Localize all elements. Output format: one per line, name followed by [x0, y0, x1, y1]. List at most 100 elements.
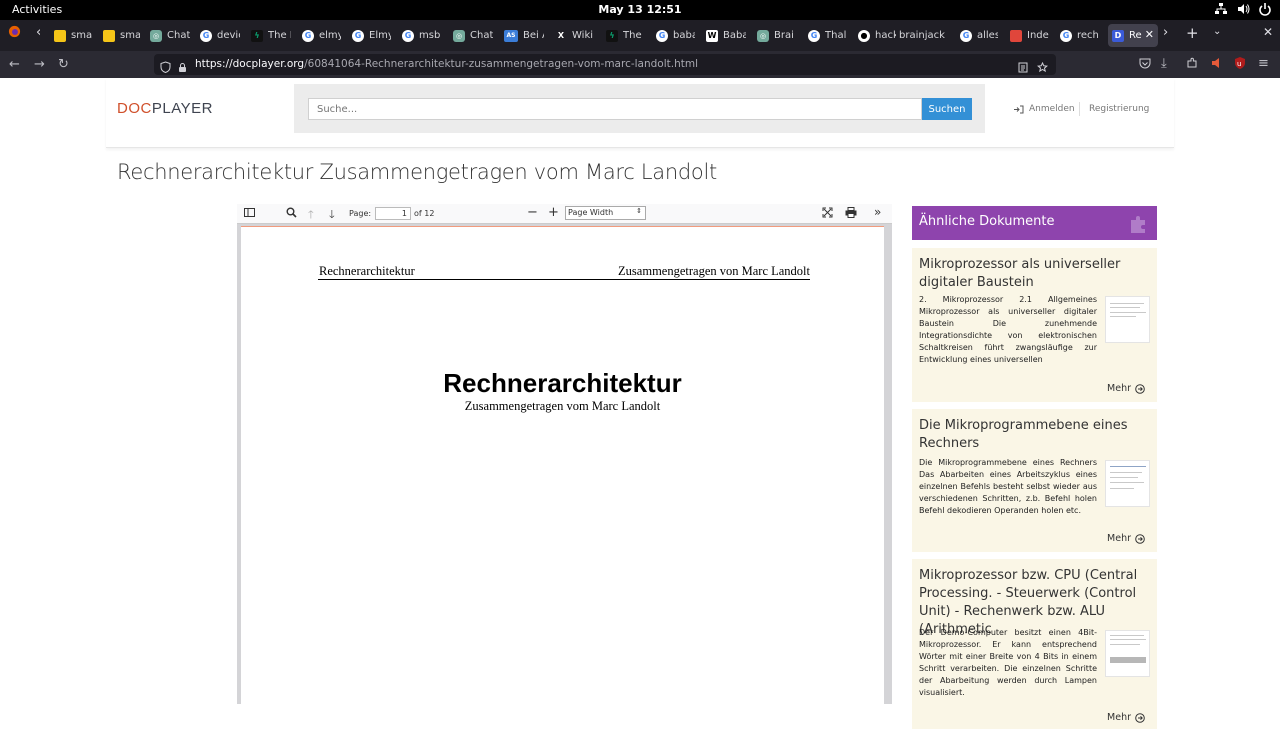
google-icon: G [302, 29, 314, 42]
presentation-mode-icon[interactable] [822, 207, 833, 221]
find-icon[interactable] [286, 207, 297, 221]
tab-scroll-left-icon[interactable]: ‹ [36, 25, 41, 40]
url-path: /60841064-Rechnerarchitektur-zusammenget… [304, 58, 699, 70]
chat-icon: ◎ [150, 29, 162, 42]
pdf-toolbar: 🡑 🡓 Page: 1 of 12 − + Page Width ⇕ » [237, 204, 892, 224]
print-icon[interactable] [845, 207, 857, 221]
browser-tab[interactable]: Gdevic [196, 24, 240, 47]
browser-tab[interactable]: AS Bei A [500, 24, 544, 47]
similar-doc-card[interactable]: Die Mikroprogrammebene eines Rechners Di… [912, 409, 1157, 552]
browser-tab-label: Chat [470, 30, 493, 41]
url-bar[interactable]: https://docplayer.org/60841064-Rechnerar… [154, 54, 1056, 75]
similar-doc-card[interactable]: Mikroprozessor als universeller digitale… [912, 248, 1157, 402]
browser-tab[interactable]: Gelmy [298, 24, 341, 47]
similar-doc-card[interactable]: Mikroprozessor bzw. CPU (Central Process… [912, 559, 1157, 729]
browser-tab[interactable]: ◎ Chat [146, 24, 190, 47]
close-window-icon[interactable]: ✕ [1263, 25, 1273, 39]
search-button[interactable]: Suchen [922, 98, 972, 120]
google-icon: G [656, 29, 668, 42]
extensions-icon[interactable] [1186, 57, 1198, 73]
similar-doc-thumbnail[interactable] [1105, 630, 1150, 677]
list-tabs-icon[interactable]: ⌄ [1213, 26, 1221, 37]
more-tools-icon[interactable]: » [874, 205, 881, 219]
browser-tab[interactable]: G Thal [804, 24, 847, 47]
browser-tab[interactable]: D Re ✕ [1108, 24, 1158, 47]
page-number-input[interactable]: 1 [375, 207, 411, 220]
pdf-viewer: 🡑 🡓 Page: 1 of 12 − + Page Width ⇕ » Rech… [237, 204, 892, 704]
browser-tab-label: Wiki [572, 30, 594, 41]
browser-tab[interactable]: Gbaba [652, 24, 695, 47]
bookmark-star-icon[interactable] [1036, 58, 1049, 77]
browser-tab[interactable]: ◎ Brai [753, 24, 797, 47]
tab-scroll-right-icon[interactable]: › [1163, 25, 1168, 40]
browser-tab[interactable]: ϟ The I [602, 24, 645, 47]
firefox-menu-icon[interactable] [8, 25, 21, 42]
extension-ublock-icon[interactable]: u [1233, 56, 1247, 74]
browser-tab[interactable]: sma [50, 24, 92, 47]
clock[interactable]: May 13 12:51 [0, 3, 1280, 16]
register-link[interactable]: Registrierung [1089, 104, 1149, 114]
logo-doc-text: DOC [117, 100, 152, 117]
browser-tab-label: The I [268, 30, 291, 41]
reload-icon[interactable]: ↻ [58, 57, 69, 72]
browser-tab[interactable]: ϟ The I [247, 24, 291, 47]
pocket-icon[interactable] [1139, 58, 1151, 73]
browser-tab[interactable]: Gmsb [398, 24, 442, 47]
logo-player-text: PLAYER [151, 100, 213, 117]
forward-icon[interactable]: → [34, 57, 45, 72]
browser-tab[interactable]: X Wiki [551, 24, 595, 47]
similar-doc-thumbnail[interactable] [1105, 460, 1150, 507]
browser-tab[interactable]: G Elmy [348, 24, 391, 47]
previous-page-icon[interactable]: 🡑 [308, 206, 314, 225]
browser-tab[interactable]: sma [99, 24, 140, 47]
similar-doc-title[interactable]: Die Mikroprogrammebene eines Rechners [919, 417, 1154, 453]
zoom-out-icon[interactable]: − [527, 205, 538, 220]
browser-tab[interactable]: W Baba [702, 24, 746, 47]
pdf-header-left: Rechnerarchitektur [319, 264, 415, 278]
browser-tab[interactable]: ● hack [854, 24, 896, 47]
zoom-in-icon[interactable]: + [548, 205, 559, 220]
similar-doc-title[interactable]: Mikroprozessor als universeller digitale… [919, 256, 1154, 292]
pdf-subtitle: Zusammengetragen vom Marc Landolt [464, 399, 661, 413]
browser-tab-strip: ‹ smasma◎ChatGdevicϟThe IGelmyGElmyGmsb◎… [0, 20, 1280, 51]
docplayer-icon: D [1112, 29, 1124, 42]
similar-doc-thumbnail[interactable] [1105, 296, 1150, 343]
search-input[interactable] [308, 98, 922, 120]
more-link[interactable]: Mehr [1107, 533, 1145, 544]
lock-icon[interactable] [178, 58, 187, 77]
extension-speaker-icon[interactable] [1211, 57, 1223, 73]
github-icon: ● [858, 29, 870, 42]
browser-tab-label: The I [623, 30, 645, 41]
system-tray[interactable] [1214, 2, 1272, 16]
more-link[interactable]: Mehr [1107, 712, 1145, 723]
new-tab-icon[interactable]: + [1186, 24, 1199, 42]
browser-tab-label: Brai [774, 30, 794, 41]
next-page-icon[interactable]: 🡓 [329, 206, 335, 225]
browser-tab[interactable]: ◎ Chat [449, 24, 493, 47]
downloads-icon[interactable]: ⤓ [1161, 56, 1167, 71]
login-link[interactable]: Anmelden [1014, 104, 1075, 114]
back-icon[interactable]: ← [9, 57, 20, 72]
zoom-select[interactable]: Page Width ⇕ [565, 206, 646, 220]
wikipedia-icon: W [706, 29, 718, 42]
url-text[interactable]: https://docplayer.org/60841064-Rechnerar… [195, 58, 698, 70]
tracking-shield-icon[interactable] [160, 58, 171, 77]
arrow-circle-right-icon [1135, 712, 1145, 723]
reader-view-icon[interactable] [1018, 58, 1028, 77]
browser-nav-bar: ← → ↻ https://docplayer.org/60841064-Rec… [0, 51, 1280, 78]
browser-tab[interactable]: Inde [1006, 24, 1050, 47]
browser-tab[interactable]: Galles [956, 24, 998, 47]
browser-tab-label: hack [875, 30, 896, 41]
close-tab-icon[interactable]: ✕ [1145, 28, 1154, 41]
more-label: Mehr [1107, 712, 1131, 723]
docplayer-logo[interactable]: DOCPLAYER [117, 100, 213, 117]
svg-text:u: u [1237, 60, 1241, 68]
browser-tab-label: Re [1129, 30, 1142, 41]
google-icon: G [352, 29, 364, 42]
browser-tab[interactable]: brainjack [895, 24, 950, 47]
more-link[interactable]: Mehr [1107, 383, 1145, 394]
toggle-sidebar-icon[interactable] [244, 207, 255, 221]
browser-tab[interactable]: Grech [1056, 24, 1100, 47]
bolt-icon: ϟ [606, 29, 618, 42]
app-menu-icon[interactable]: ≡ [1258, 56, 1269, 71]
